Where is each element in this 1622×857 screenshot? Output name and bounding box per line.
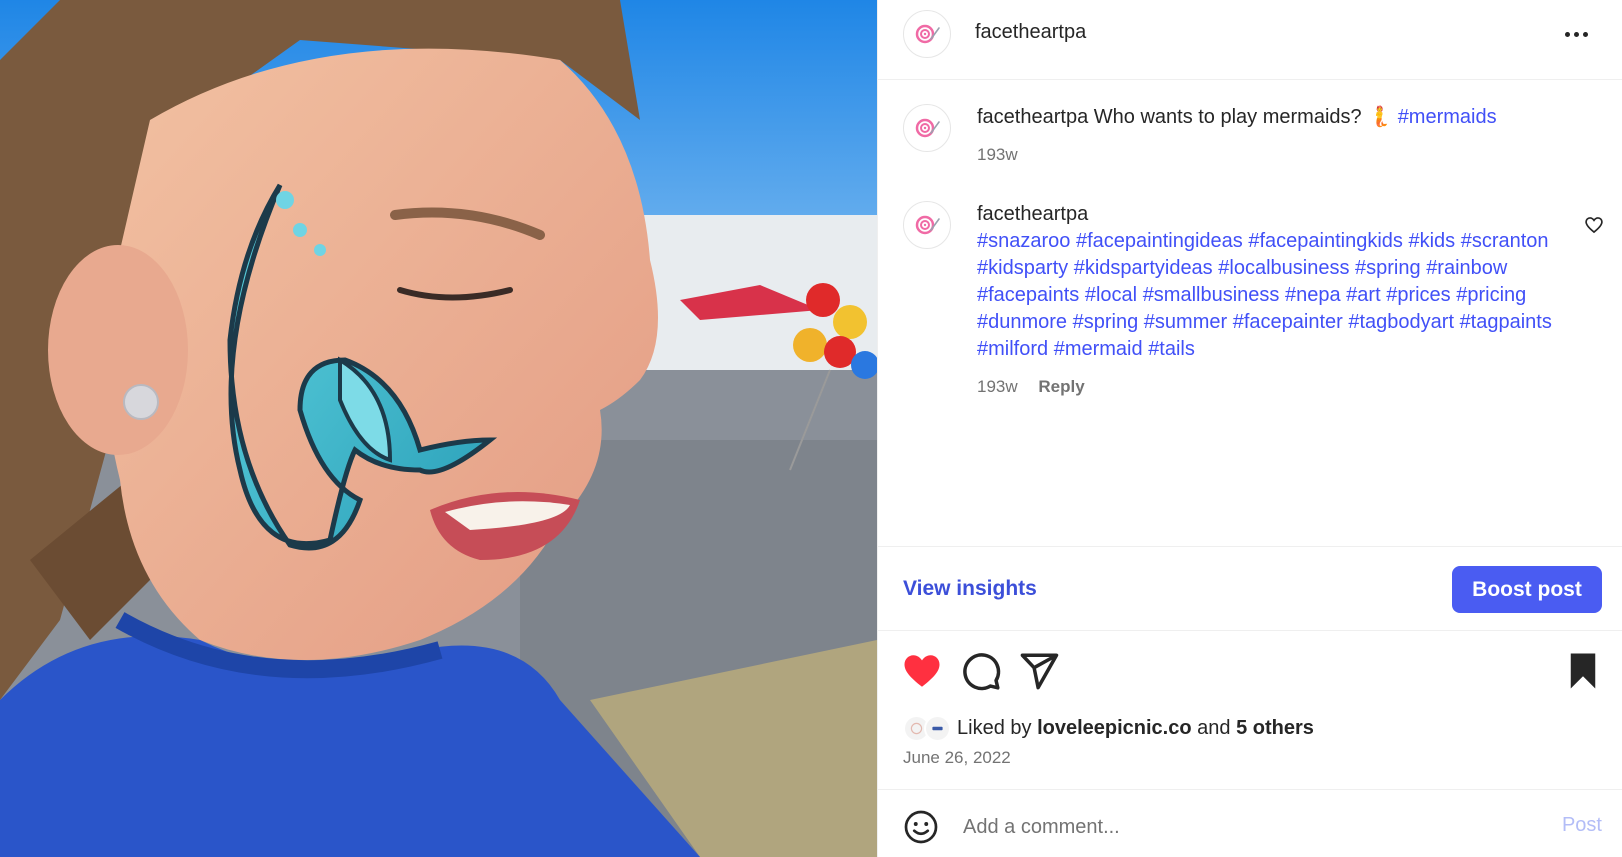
avatar[interactable] xyxy=(903,201,951,249)
liked-by-user[interactable]: loveleepicnic.co xyxy=(1037,717,1192,740)
share-button[interactable] xyxy=(1018,650,1060,692)
hashtag-link[interactable]: #tagpaints xyxy=(1460,311,1552,333)
comment-input[interactable] xyxy=(963,812,1523,842)
action-bar xyxy=(878,650,1622,694)
comment-username[interactable]: facetheartpa xyxy=(977,201,1567,228)
paper-plane-icon xyxy=(1020,653,1059,690)
heart-outline-icon[interactable] xyxy=(1584,215,1604,235)
view-insights-link[interactable]: View insights xyxy=(903,577,1037,601)
hashtag-link[interactable]: #facepaints xyxy=(977,284,1079,306)
hashtag-link[interactable]: #spring xyxy=(1073,311,1139,333)
post-photo[interactable] xyxy=(0,0,877,857)
hashtag-link[interactable]: #kidspartyideas xyxy=(1074,257,1213,279)
dot-icon xyxy=(1573,31,1579,37)
hashtag-link[interactable]: #mermaids xyxy=(1398,106,1497,128)
bookmark-filled-icon xyxy=(1570,653,1596,689)
likes-summary: Liked by loveleepicnic.co and 5 others xyxy=(903,713,1314,743)
hashtag-link[interactable]: #scranton xyxy=(1461,230,1549,252)
comment-meta: 193w Reply xyxy=(977,373,1567,400)
caption-meta: 193w xyxy=(977,141,1567,168)
comment-bubble-icon xyxy=(963,653,1001,691)
emoji-icon[interactable] xyxy=(903,809,939,845)
hashtag-link[interactable]: #art xyxy=(1346,284,1380,306)
hashtag-link[interactable]: #kids xyxy=(1408,230,1455,252)
hashtag-link[interactable]: #spring xyxy=(1355,257,1421,279)
post-comment-button[interactable]: Post xyxy=(1562,814,1602,837)
hashtag-link[interactable]: #facepaintingkids xyxy=(1248,230,1403,252)
picnic-logo-icon xyxy=(910,722,923,734)
like-button[interactable] xyxy=(901,650,943,692)
liked-by-prefix: Liked by xyxy=(957,716,1032,739)
insights-bar: View insights Boost post xyxy=(878,546,1622,631)
swirl-logo-icon xyxy=(915,215,940,235)
hashtag-link[interactable]: #local xyxy=(1085,284,1137,306)
brand-logo-icon xyxy=(932,726,943,730)
caption-age[interactable]: 193w xyxy=(977,145,1018,164)
hashtag-link[interactable]: #rainbow xyxy=(1426,257,1507,279)
swirl-logo-icon xyxy=(915,24,940,44)
comment-button[interactable] xyxy=(960,650,1002,692)
hashtag-link[interactable]: #facepainter xyxy=(1233,311,1343,333)
hashtag-link[interactable]: #tails xyxy=(1148,338,1195,360)
avatar[interactable] xyxy=(903,104,951,152)
save-button[interactable] xyxy=(1562,650,1604,692)
post-author-username[interactable]: facetheartpa xyxy=(975,21,1086,44)
liked-by-others[interactable]: 5 others xyxy=(1236,717,1314,740)
caption-text: Who wants to play mermaids? xyxy=(1093,106,1362,128)
hashtag-link[interactable]: #nepa xyxy=(1285,284,1341,306)
hashtag-link[interactable]: #snazaroo xyxy=(977,230,1070,252)
hashtag-link[interactable]: #tagbodyart xyxy=(1348,311,1454,333)
dot-icon xyxy=(1582,31,1588,37)
hashtag-link[interactable]: #mermaid xyxy=(1054,338,1143,360)
avatar[interactable] xyxy=(903,10,951,58)
comment-bar: Post xyxy=(878,789,1622,857)
hashtag-link[interactable]: #smallbusiness xyxy=(1143,284,1280,306)
heart-filled-icon xyxy=(904,655,940,687)
hashtag-link[interactable]: #kidsparty xyxy=(977,257,1068,279)
post-image xyxy=(0,0,877,857)
post-date[interactable]: June 26, 2022 xyxy=(903,748,1011,768)
hashtag-link[interactable]: #summer xyxy=(1144,311,1227,333)
comment-age[interactable]: 193w xyxy=(977,377,1018,396)
liker-avatars[interactable] xyxy=(903,714,951,742)
boost-post-button[interactable]: Boost post xyxy=(1452,566,1602,613)
caption-username[interactable]: facetheartpa xyxy=(977,106,1088,128)
caption-body: facetheartpa Who wants to play mermaids?… xyxy=(977,104,1567,168)
hashtag-link[interactable]: #dunmore xyxy=(977,311,1067,333)
liker-avatar xyxy=(924,714,951,742)
post-header: facetheartpa xyxy=(878,0,1622,80)
reply-button[interactable]: Reply xyxy=(1038,377,1084,396)
hashtag-link[interactable]: #prices xyxy=(1386,284,1450,306)
post-side-panel: facetheartpa facetheartpa Who wants to p… xyxy=(877,0,1622,857)
hashtag-link[interactable]: #pricing xyxy=(1456,284,1526,306)
hashtag-link[interactable]: #facepaintingideas xyxy=(1076,230,1243,252)
swirl-logo-icon xyxy=(915,118,940,138)
comment-body: facetheartpa #snazaroo #facepaintingidea… xyxy=(977,201,1567,400)
more-options-button[interactable] xyxy=(1560,22,1592,46)
hashtag-link[interactable]: #milford xyxy=(977,338,1048,360)
liked-by-conj: and xyxy=(1197,716,1231,739)
hashtag-link[interactable]: #localbusiness xyxy=(1218,257,1349,279)
mermaid-emoji: 🧜 xyxy=(1367,106,1393,128)
hashtag-list: #snazaroo #facepaintingideas #facepainti… xyxy=(977,228,1567,363)
dot-icon xyxy=(1564,31,1570,37)
